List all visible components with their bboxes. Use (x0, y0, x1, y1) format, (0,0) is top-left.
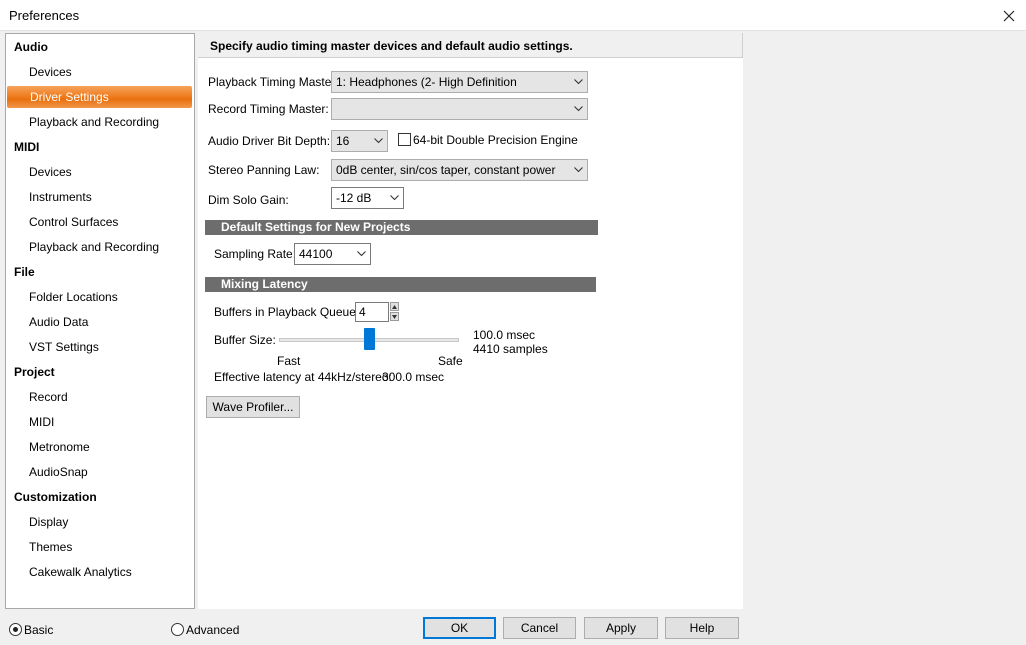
cancel-button[interactable]: Cancel (503, 617, 576, 639)
title-bar: Preferences (0, 0, 1026, 31)
buffers-label: Buffers in Playback Queue: (214, 305, 360, 319)
tree-item-folder-locations[interactable]: Folder Locations (6, 286, 194, 308)
buffers-input[interactable]: 4 (355, 302, 389, 322)
chevron-down-icon (573, 72, 583, 92)
mixing-latency-section-header: Mixing Latency (205, 277, 596, 292)
bit-depth-select[interactable]: 16 (331, 130, 388, 152)
tree-item-instruments[interactable]: Instruments (6, 186, 194, 208)
effective-latency-value: 300.0 msec (382, 370, 445, 384)
bit-depth-label: Audio Driver Bit Depth: (208, 134, 331, 148)
panel-description: Specify audio timing master devices and … (210, 39, 573, 53)
buffer-size-label: Buffer Size: (214, 333, 276, 347)
advanced-mode-radio[interactable] (171, 623, 184, 636)
chevron-down-icon (573, 99, 583, 119)
tree-item-display[interactable]: Display (6, 511, 194, 533)
apply-button[interactable]: Apply (584, 617, 658, 639)
buffer-size-safe-label: Safe (438, 354, 463, 368)
panel-header: Specify audio timing master devices and … (198, 33, 743, 58)
double-precision-checkbox[interactable] (398, 133, 411, 146)
playback-timing-master-label: Playback Timing Master: (208, 75, 339, 89)
wave-profiler-button[interactable]: Wave Profiler... (206, 396, 300, 418)
chevron-down-icon (389, 188, 399, 208)
ok-button[interactable]: OK (423, 617, 496, 639)
spin-up-icon[interactable] (390, 302, 399, 311)
panning-law-label: Stereo Panning Law: (208, 163, 320, 177)
buffer-size-fast-label: Fast (277, 354, 301, 368)
tree-item-audio-devices[interactable]: Devices (6, 61, 194, 83)
tree-item-project-midi[interactable]: MIDI (6, 411, 194, 433)
basic-mode-label: Basic (24, 623, 54, 637)
panning-law-value: 0dB center, sin/cos taper, constant powe… (336, 163, 556, 177)
tree-item-driver-settings[interactable]: Driver Settings (7, 86, 192, 108)
tree-item-themes[interactable]: Themes (6, 536, 194, 558)
tree-item-midi-devices[interactable]: Devices (6, 161, 194, 183)
tree-item-audio-data[interactable]: Audio Data (6, 311, 194, 333)
close-button[interactable] (992, 0, 1026, 31)
effective-latency-label: Effective latency at 44kHz/stereo: (214, 370, 392, 384)
advanced-mode-label: Advanced (186, 623, 240, 637)
bit-depth-value: 16 (336, 134, 350, 148)
sampling-rate-label: Sampling Rate: (214, 247, 297, 261)
tree-category-audio[interactable]: Audio (6, 36, 194, 58)
chevron-down-icon (573, 160, 583, 180)
tree-category-file[interactable]: File (6, 261, 194, 283)
dim-solo-gain-label: Dim Solo Gain: (208, 193, 289, 207)
sampling-rate-select[interactable]: 44100 (294, 243, 371, 265)
playback-timing-master-select[interactable]: 1: Headphones (2- High Definition (331, 71, 588, 93)
tree-item-record[interactable]: Record (6, 386, 194, 408)
buffers-spinner[interactable] (390, 302, 399, 322)
playback-timing-master-value: 1: Headphones (2- High Definition (336, 75, 517, 89)
default-settings-section-header: Default Settings for New Projects (205, 220, 598, 235)
panning-law-select[interactable]: 0dB center, sin/cos taper, constant powe… (331, 159, 588, 181)
basic-mode-radio[interactable] (9, 623, 22, 636)
record-timing-master-label: Record Timing Master: (208, 102, 329, 116)
double-precision-label: 64-bit Double Precision Engine (413, 133, 578, 147)
help-button[interactable]: Help (665, 617, 739, 639)
tree-item-control-surfaces[interactable]: Control Surfaces (6, 211, 194, 233)
tree-item-audiosnap[interactable]: AudioSnap (6, 461, 194, 483)
tree-item-midi-playback-recording[interactable]: Playback and Recording (6, 236, 194, 258)
buffer-size-msec: 100.0 msec (473, 328, 536, 342)
tree-item-audio-playback-recording[interactable]: Playback and Recording (6, 111, 194, 133)
sampling-rate-value: 44100 (299, 247, 333, 261)
chevron-down-icon (356, 244, 366, 264)
chevron-down-icon (373, 131, 383, 151)
buffer-size-slider-thumb[interactable] (363, 328, 375, 350)
preferences-tree: Audio Devices Driver Settings Playback a… (5, 33, 195, 609)
driver-settings-panel: Specify audio timing master devices and … (198, 33, 743, 609)
tree-item-metronome[interactable]: Metronome (6, 436, 194, 458)
tree-item-vst-settings[interactable]: VST Settings (6, 336, 194, 358)
dim-solo-gain-value: -12 dB (336, 191, 372, 205)
tree-category-customization[interactable]: Customization (6, 486, 194, 508)
tree-category-project[interactable]: Project (6, 361, 194, 383)
buffer-size-samples: 4410 samples (473, 342, 548, 356)
radio-selected-dot (13, 627, 18, 632)
window-title: Preferences (9, 8, 80, 23)
close-icon (1003, 10, 1015, 21)
spin-down-icon[interactable] (390, 312, 399, 321)
tree-category-midi[interactable]: MIDI (6, 136, 194, 158)
record-timing-master-select[interactable] (331, 98, 588, 120)
tree-item-cakewalk-analytics[interactable]: Cakewalk Analytics (6, 561, 194, 583)
dim-solo-gain-select[interactable]: -12 dB (331, 187, 404, 209)
